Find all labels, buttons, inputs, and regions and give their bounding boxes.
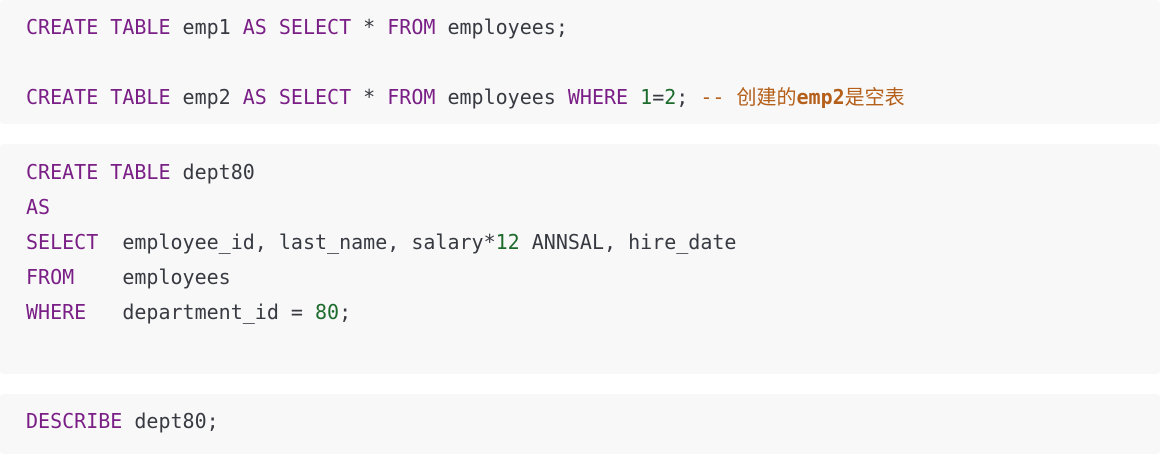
- code-token: WHERE: [567, 85, 629, 109]
- code-line: WHERE department_id = 80;: [26, 299, 351, 325]
- code-block-create-emp: CREATE TABLE emp1 AS SELECT * FROM emplo…: [0, 0, 1160, 124]
- code-token: CREATE TABLE: [26, 160, 171, 184]
- code-token: employees;: [435, 15, 568, 39]
- code-token: ;: [339, 300, 352, 324]
- code-token: 创建的: [736, 85, 797, 109]
- code-token: WHERE: [26, 300, 87, 324]
- code-line: CREATE TABLE emp2 AS SELECT * FROM emplo…: [26, 84, 905, 110]
- code-token: =: [652, 85, 665, 109]
- code-token: employee_id, last_name, salary*: [98, 230, 496, 254]
- code-token: --: [700, 85, 737, 109]
- code-token: CREATE TABLE: [26, 85, 171, 109]
- code-token: FROM: [387, 15, 436, 39]
- code-token: CREATE TABLE: [26, 15, 171, 39]
- code-token: dept80: [170, 160, 255, 184]
- code-token: *: [351, 15, 388, 39]
- code-token: AS: [26, 195, 51, 219]
- code-token: 80: [315, 300, 340, 324]
- code-token: dept80;: [122, 409, 219, 433]
- code-token: employees: [435, 85, 568, 109]
- code-token: ANNSAL, hire_date: [519, 230, 737, 254]
- code-token: ;: [676, 85, 701, 109]
- code-token: 是空表: [844, 85, 905, 109]
- code-line: FROM employees: [26, 264, 231, 290]
- code-line: DESCRIBE dept80;: [26, 408, 219, 434]
- code-token: AS SELECT: [242, 85, 352, 109]
- code-line: CREATE TABLE dept80: [26, 159, 255, 185]
- code-line: CREATE TABLE emp1 AS SELECT * FROM emplo…: [26, 14, 568, 40]
- code-token: DESCRIBE: [26, 409, 123, 433]
- code-token: emp1: [170, 15, 243, 39]
- code-line: SELECT employee_id, last_name, salary*12…: [26, 229, 736, 255]
- code-token: 1: [640, 85, 653, 109]
- code-token: SELECT: [26, 230, 99, 254]
- code-token: department_id =: [86, 300, 315, 324]
- code-token: employees: [74, 265, 231, 289]
- code-token: FROM: [26, 265, 75, 289]
- code-token: 2: [664, 85, 677, 109]
- code-token: 12: [495, 230, 520, 254]
- code-token: AS SELECT: [242, 15, 352, 39]
- code-token: *: [351, 85, 388, 109]
- code-block-describe: DESCRIBE dept80;: [0, 394, 1160, 454]
- code-token: emp2: [170, 85, 243, 109]
- code-token: emp2: [796, 85, 845, 109]
- code-block-create-dept80: CREATE TABLE dept80 AS SELECT employee_i…: [0, 144, 1160, 374]
- code-token: FROM: [387, 85, 436, 109]
- code-line: AS: [26, 194, 50, 220]
